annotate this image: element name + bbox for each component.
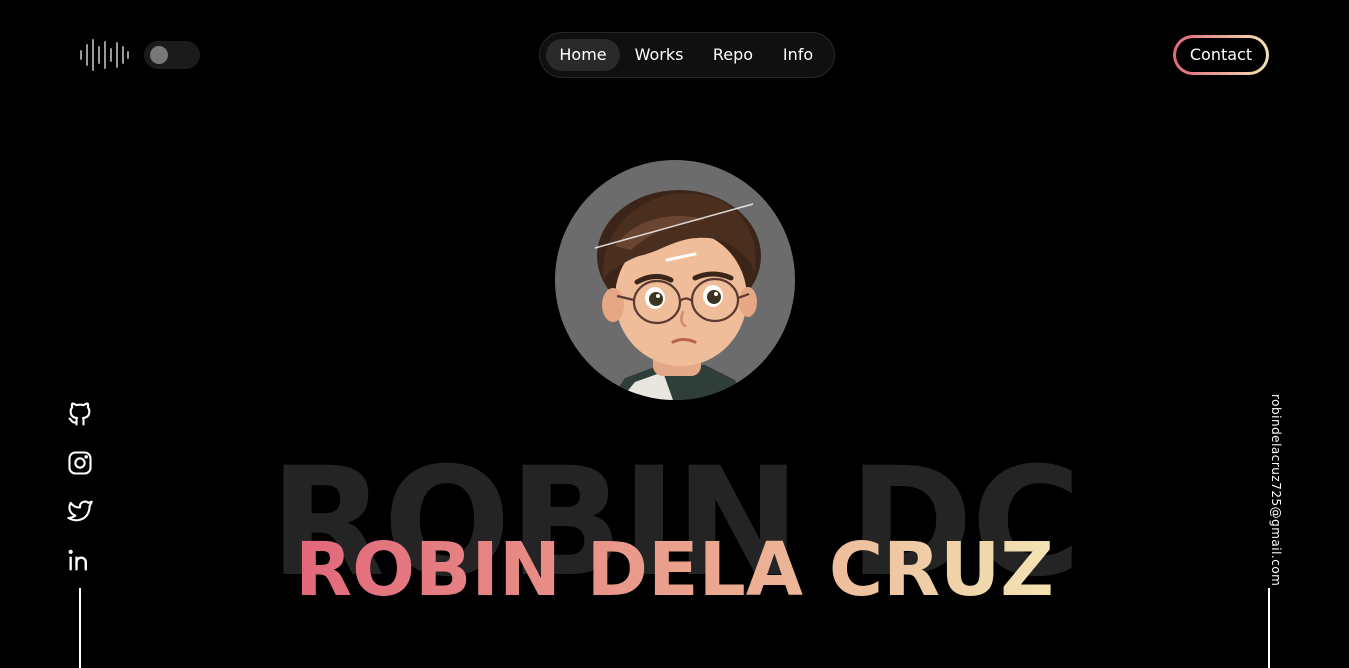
nav-info[interactable]: Info [772,39,824,71]
github-icon[interactable] [66,400,94,428]
right-divider-line [1268,588,1270,668]
linkedin-icon[interactable] [66,546,94,574]
main-nav: Home Works Repo Info [539,32,835,78]
avatar [555,160,795,400]
twitter-icon[interactable] [66,497,94,525]
portfolio-page: Home Works Repo Info Contact ROBIN DC RO… [0,0,1349,668]
contact-button[interactable]: Contact [1173,35,1269,75]
left-divider-line [79,588,81,668]
instagram-icon[interactable] [66,449,94,477]
theme-toggle[interactable] [144,41,200,69]
hero-title-text: ROBIN DELA CRUZ [295,527,1054,613]
email-link[interactable]: robindelacruz725@gmail.com [1269,394,1283,586]
sound-wave-icon[interactable] [78,38,130,72]
nav-home[interactable]: Home [546,39,620,71]
nav-works[interactable]: Works [624,39,694,71]
hero-title: ROBIN DELA CRUZ [0,527,1349,613]
toggle-knob [150,46,168,64]
nav-repo[interactable]: Repo [702,39,764,71]
contact-button-label: Contact [1176,38,1266,72]
